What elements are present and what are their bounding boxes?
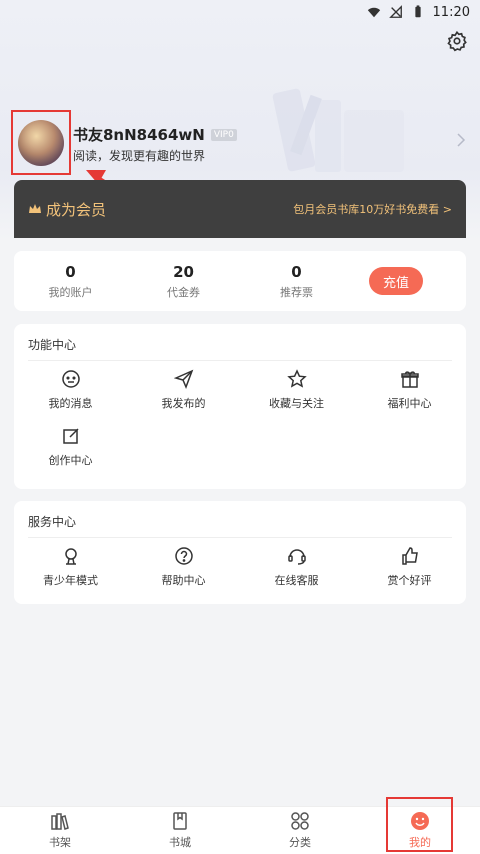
function-item-published[interactable]: 我发布的 bbox=[127, 361, 240, 418]
gift-icon bbox=[400, 370, 419, 388]
avatar-highlight[interactable] bbox=[11, 110, 71, 175]
member-title-text: 成为会员 bbox=[46, 200, 107, 219]
function-item-label: 福利中心 bbox=[387, 396, 432, 410]
function-center-title: 功能中心 bbox=[28, 338, 77, 352]
service-item-label: 青少年模式 bbox=[43, 573, 98, 587]
stat-account-value: 0 bbox=[65, 262, 76, 281]
send-icon bbox=[173, 369, 193, 389]
member-banner[interactable]: 成为会员 包月会员书库10万好书免费看 > bbox=[14, 180, 466, 238]
battery-icon bbox=[414, 5, 421, 18]
member-title: 成为会员 bbox=[28, 199, 106, 220]
member-promo[interactable]: 包月会员书库10万好书免费看 > bbox=[293, 201, 452, 217]
username[interactable]: 书友8nN8464wN VIP0 bbox=[73, 124, 237, 145]
function-item-favorites[interactable]: 收藏与关注 bbox=[240, 361, 353, 418]
edit-icon bbox=[62, 427, 79, 444]
account-card: 0 我的账户 20 代金券 0 推荐票 充值 bbox=[14, 251, 466, 311]
nav-category[interactable]: 分类 bbox=[240, 807, 360, 854]
help-icon bbox=[174, 546, 193, 565]
nav-label: 分类 bbox=[289, 836, 311, 849]
username-text: 书友8nN8464wN bbox=[73, 126, 205, 144]
function-item-messages[interactable]: 我的消息 bbox=[14, 361, 127, 418]
stat-voucher-label: 代金券 bbox=[167, 285, 200, 299]
stat-account-label: 我的账户 bbox=[48, 285, 93, 299]
function-item-label: 收藏与关注 bbox=[269, 396, 324, 410]
wifi-icon bbox=[367, 7, 380, 18]
vip-badge: VIP0 bbox=[210, 128, 237, 141]
service-item-rate[interactable]: 赏个好评 bbox=[353, 538, 466, 595]
teen-icon bbox=[64, 547, 77, 565]
stat-ticket-value: 0 bbox=[291, 262, 302, 281]
headset-icon bbox=[287, 548, 306, 565]
no-signal-icon bbox=[388, 5, 402, 18]
stat-ticket-label: 推荐票 bbox=[280, 285, 313, 299]
recharge-button[interactable]: 充值 bbox=[369, 267, 423, 295]
service-center-card: 服务中心 青少年模式 帮助中心 在线客服 赏个好评 bbox=[14, 501, 466, 604]
status-time: 11:20 bbox=[432, 4, 470, 20]
service-item-label: 帮助中心 bbox=[161, 573, 206, 587]
bookstore-icon bbox=[173, 812, 187, 830]
service-item-label: 赏个好评 bbox=[387, 573, 432, 587]
stat-voucher[interactable]: 20 代金券 bbox=[127, 263, 240, 300]
nav-bookshelf[interactable]: 书架 bbox=[0, 807, 120, 854]
function-item-label: 创作中心 bbox=[48, 453, 93, 467]
bookshelf-icon bbox=[51, 813, 69, 830]
function-item-welfare[interactable]: 福利中心 bbox=[353, 361, 466, 418]
star-icon bbox=[286, 368, 307, 388]
settings-gear-icon[interactable] bbox=[446, 30, 468, 52]
message-icon bbox=[61, 369, 80, 388]
service-item-teen-mode[interactable]: 青少年模式 bbox=[14, 538, 127, 595]
stat-voucher-value: 20 bbox=[173, 262, 194, 281]
service-center-title: 服务中心 bbox=[28, 515, 77, 529]
avatar[interactable] bbox=[18, 119, 64, 166]
nav-bookstore[interactable]: 书城 bbox=[120, 807, 240, 854]
crown-icon bbox=[29, 204, 41, 213]
stat-account[interactable]: 0 我的账户 bbox=[14, 263, 127, 300]
function-grid: 我的消息 我发布的 收藏与关注 福利中心 创作中心 bbox=[14, 361, 466, 475]
stat-ticket[interactable]: 0 推荐票 bbox=[240, 263, 353, 300]
chevron-right-icon[interactable] bbox=[454, 132, 468, 148]
status-bar: 11:20 bbox=[0, 0, 480, 24]
service-grid: 青少年模式 帮助中心 在线客服 赏个好评 bbox=[14, 538, 466, 595]
category-icon bbox=[291, 812, 309, 830]
service-item-online-support[interactable]: 在线客服 bbox=[240, 538, 353, 595]
function-item-label: 我发布的 bbox=[161, 396, 206, 410]
thumbs-up-icon bbox=[401, 546, 418, 565]
service-item-help[interactable]: 帮助中心 bbox=[127, 538, 240, 595]
books-decoration-icon bbox=[272, 88, 404, 172]
function-item-label: 我的消息 bbox=[48, 396, 93, 410]
function-item-creation[interactable]: 创作中心 bbox=[14, 418, 127, 475]
nav-label: 书架 bbox=[49, 836, 71, 849]
nav-profile-highlight bbox=[386, 797, 453, 852]
function-center-card: 功能中心 我的消息 我发布的 收藏与关注 福利中心 创作中心 bbox=[14, 324, 466, 489]
service-item-label: 在线客服 bbox=[274, 573, 319, 587]
nav-label: 书城 bbox=[169, 836, 191, 849]
